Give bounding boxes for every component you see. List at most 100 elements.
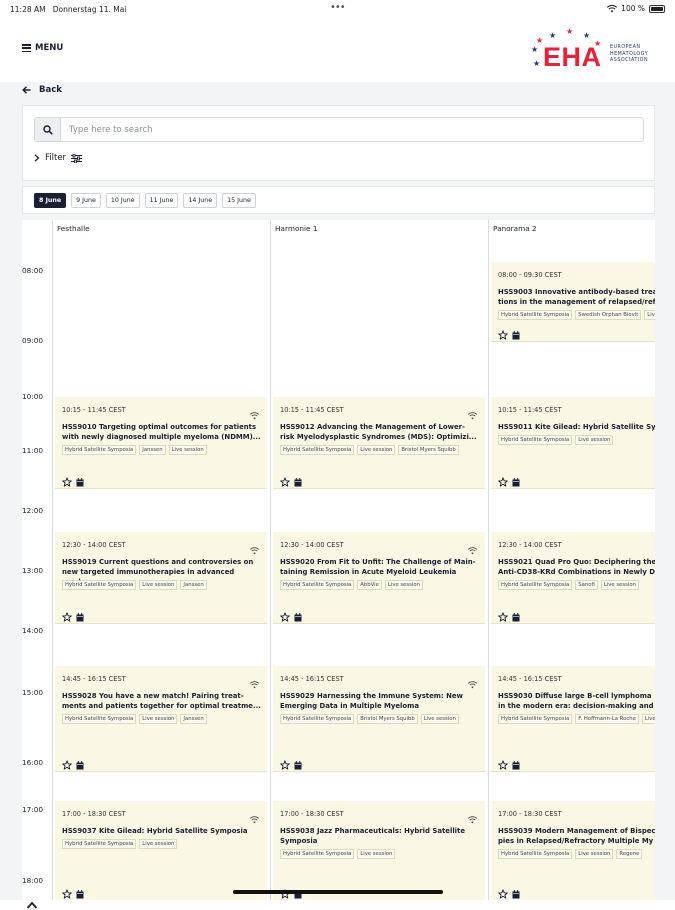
- logo-subtitle: EUROPEAN HEMATOLOGY ASSOCIATION: [610, 45, 649, 63]
- calendar-icon[interactable]: [512, 755, 520, 771]
- event-card[interactable]: 17:00 - 18:30 CEST HSS9038 Jazz Pharmaceu…: [273, 801, 485, 900]
- event-title[interactable]: HSS9010 Targeting optimal outcomes for p…: [62, 422, 261, 442]
- event-title[interactable]: HSS9003 Innovative antibody-based trea t…: [498, 287, 655, 307]
- event-actions: [498, 325, 520, 341]
- event-card[interactable]: 14:45 - 16:15 CEST HSS9029 Harnessing the…: [273, 666, 485, 772]
- event-time: 10:15 - 11:45 CEST: [280, 406, 344, 414]
- home-indicator[interactable]: [233, 890, 443, 894]
- event-actions: [498, 472, 520, 488]
- date-selector: 8 June 9 June 10 June 11 June 14 June 15 June: [22, 186, 655, 214]
- favorite-star-icon[interactable]: [62, 472, 72, 488]
- favorite-star-icon[interactable]: [498, 755, 508, 771]
- date-chip[interactable]: 11 June: [144, 192, 179, 208]
- favorite-star-icon[interactable]: [280, 607, 290, 623]
- event-card[interactable]: 12:30 - 14:00 CEST HSS9020 From Fit to Un…: [273, 532, 485, 624]
- event-title[interactable]: HSS9029 Harnessing the Immune System: Ne…: [280, 691, 479, 711]
- event-tag: Hybrid Satellite Symposia: [498, 435, 573, 445]
- main-content: Back Filter 8 June9 June10 June11 June14…: [0, 82, 675, 909]
- favorite-star-icon[interactable]: [498, 472, 508, 488]
- event-tags: Hybrid Satellite Symposia Bristol Myers S…: [280, 714, 479, 724]
- event-actions: [62, 884, 84, 900]
- event-actions: [280, 607, 302, 623]
- calendar-icon[interactable]: [512, 884, 520, 900]
- sliders-icon: [71, 153, 83, 163]
- room-header: Festhalle: [52, 220, 270, 252]
- date-chip[interactable]: 10 June: [105, 192, 140, 208]
- status-time: 11:28 AM Donnerstag 11. Mai: [10, 5, 127, 14]
- calendar-icon[interactable]: [512, 472, 520, 488]
- calendar-icon[interactable]: [294, 607, 302, 623]
- event-title[interactable]: HSS9021 Quad Pro Quo: Deciphering the An…: [498, 557, 655, 577]
- eha-logo[interactable]: ★ ★ ★ ★ ★ ★ ★ EHA EUROPEAN HEMATOLOGY ASSO…: [528, 28, 658, 73]
- event-card[interactable]: 10:15 - 11:45 CEST HSS9010 Targeting opti…: [55, 397, 267, 489]
- calendar-icon[interactable]: [76, 472, 84, 488]
- search-button[interactable]: [35, 118, 61, 141]
- favorite-star-icon[interactable]: [62, 755, 72, 771]
- event-tag: Hybrid Satellite Symposia: [280, 849, 355, 859]
- event-card[interactable]: 12:30 - 14:00 CEST HSS9019 Current questi…: [55, 532, 267, 624]
- favorite-star-icon[interactable]: [280, 472, 290, 488]
- date-chip[interactable]: 9 June: [71, 192, 101, 208]
- event-time: 10:15 - 11:45 CEST: [62, 406, 126, 414]
- calendar-icon[interactable]: [294, 755, 302, 771]
- hour-label: 09:00: [22, 336, 44, 345]
- filter-toggle[interactable]: Filter: [34, 153, 83, 163]
- event-title[interactable]: HSS9039 Modern Management of Bispec pies…: [498, 826, 655, 846]
- multitask-dots[interactable]: •••: [330, 2, 346, 13]
- hour-label: 18:00: [22, 876, 44, 885]
- calendar-icon[interactable]: [76, 607, 84, 623]
- event-card[interactable]: 10:15 - 11:45 CEST HSS9012 Advancing the …: [273, 397, 485, 489]
- favorite-star-icon[interactable]: [498, 607, 508, 623]
- calendar-icon[interactable]: [512, 325, 520, 341]
- calendar-icon[interactable]: [294, 472, 302, 488]
- event-time: 10:15 - 11:45 CEST: [498, 406, 562, 414]
- live-stream-icon: [467, 809, 478, 824]
- star-icon: ★: [566, 27, 574, 36]
- event-tags: Hybrid Satellite Symposia Swedish Orphan …: [498, 310, 655, 320]
- event-tag: AbbVie: [357, 580, 382, 590]
- event-card[interactable]: 17:00 - 18:30 CEST HSS9037 Kite Gilead: H…: [55, 801, 267, 900]
- event-tag: Hybrid Satellite Symposia: [62, 839, 137, 849]
- event-card[interactable]: 17:00 - 18:30 CEST HSS9039 Modern Managem…: [491, 801, 655, 900]
- arrow-left-icon: [22, 86, 31, 94]
- event-time: 14:45 - 16:15 CEST: [498, 675, 562, 683]
- calendar-icon[interactable]: [512, 607, 520, 623]
- event-tag: Live session: [139, 580, 178, 590]
- favorite-star-icon[interactable]: [280, 755, 290, 771]
- event-tags: Hybrid Satellite Symposia Live session Jan…: [62, 580, 261, 590]
- event-tags: Hybrid Satellite Symposia AbbVie Live sess…: [280, 580, 479, 590]
- date-chip[interactable]: 15 June: [222, 192, 256, 208]
- search-panel: Filter: [22, 105, 655, 181]
- event-time: 17:00 - 18:30 CEST: [498, 810, 562, 818]
- favorite-star-icon[interactable]: [498, 884, 508, 900]
- search-input[interactable]: [69, 121, 629, 138]
- event-card[interactable]: 12:30 - 14:00 CEST HSS9021 Quad Pro Quo: …: [491, 532, 655, 624]
- hour-label: 12:00: [22, 506, 44, 515]
- event-tag: Live session: [420, 714, 459, 724]
- event-title[interactable]: HSS9028 You have a new match! Pairing tr…: [62, 691, 261, 711]
- favorite-star-icon[interactable]: [498, 325, 508, 341]
- event-title[interactable]: HSS9030 Diffuse large B-cell lymphoma in…: [498, 691, 655, 711]
- date-chip[interactable]: 14 June: [183, 192, 218, 208]
- event-card[interactable]: 08:00 - 09:30 CEST HSS9003 Innovative ant…: [491, 262, 655, 342]
- event-card[interactable]: 14:45 - 16:15 CEST HSS9030 Diffuse large …: [491, 666, 655, 772]
- status-right: 100 %: [607, 4, 665, 13]
- calendar-icon[interactable]: [76, 884, 84, 900]
- hour-label: 11:00: [22, 446, 44, 455]
- date-chip[interactable]: 8 June: [34, 192, 67, 208]
- scroll-up-icon[interactable]: [26, 900, 38, 910]
- event-title[interactable]: HSS9037 Kite Gilead: Hybrid Satellite Sy…: [62, 826, 261, 836]
- event-tag: Live session: [641, 714, 655, 724]
- calendar-icon[interactable]: [76, 755, 84, 771]
- event-card[interactable]: 10:15 - 11:45 CEST HSS9011 Kite Gilead: H…: [491, 397, 655, 489]
- event-card[interactable]: 14:45 - 16:15 CEST HSS9028 You have a new…: [55, 666, 267, 772]
- menu-button[interactable]: MENU: [22, 43, 63, 53]
- back-button[interactable]: Back: [22, 85, 62, 95]
- event-title[interactable]: HSS9012 Advancing the Management of Lowe…: [280, 422, 479, 442]
- event-actions: [62, 472, 84, 488]
- event-title[interactable]: HSS9038 Jazz Pharmaceuticals: Hybrid Sat…: [280, 826, 479, 846]
- favorite-star-icon[interactable]: [62, 607, 72, 623]
- favorite-star-icon[interactable]: [62, 884, 72, 900]
- event-title[interactable]: HSS9020 From Fit to Unfit: The Challenge…: [280, 557, 479, 577]
- event-title[interactable]: HSS9011 Kite Gilead: Hybrid Satellite Sy: [498, 422, 655, 432]
